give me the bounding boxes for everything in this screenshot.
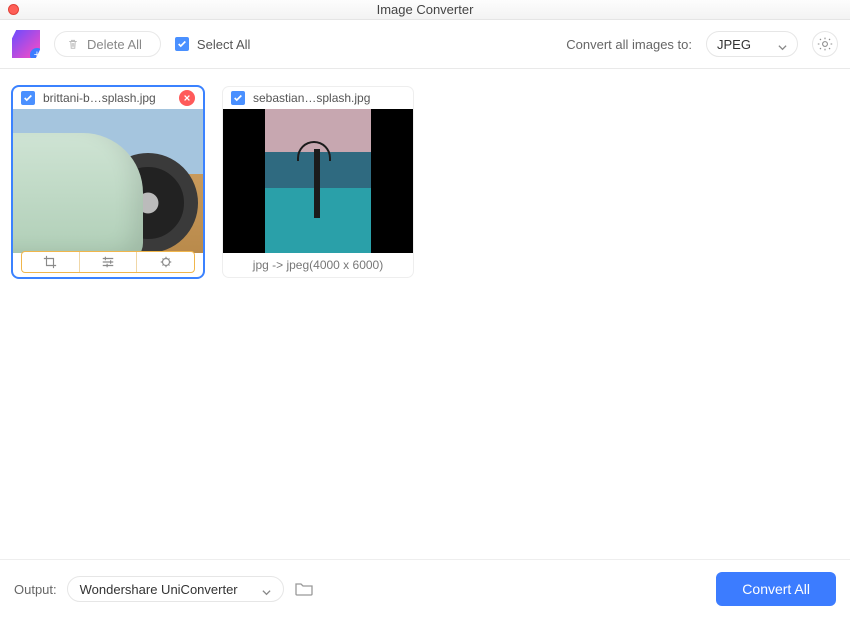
adjust-button[interactable] <box>79 252 137 272</box>
card-thumbnail <box>13 109 203 253</box>
chevron-down-icon <box>262 585 271 594</box>
card-toolset <box>21 251 195 273</box>
card-filename: sebastian…splash.jpg <box>253 91 405 105</box>
output-format-value: JPEG <box>717 37 751 52</box>
window-title: Image Converter <box>377 2 474 17</box>
titlebar: Image Converter <box>0 0 850 20</box>
image-grid: brittani-b…splash.jpg sebastian…splash.j… <box>0 69 850 559</box>
trash-icon <box>67 38 79 51</box>
chevron-down-icon <box>778 40 787 49</box>
convert-all-button[interactable]: Convert All <box>716 572 836 606</box>
image-card[interactable]: sebastian…splash.jpg jpg -> jpeg(4000 x … <box>223 87 413 277</box>
card-meta: jpg -> jpeg(4000 x 6000) <box>253 258 383 272</box>
card-thumbnail <box>223 109 413 253</box>
card-filename: brittani-b…splash.jpg <box>43 91 171 105</box>
effects-button[interactable] <box>136 252 194 272</box>
checkbox-checked-icon <box>175 37 189 51</box>
delete-all-button[interactable]: Delete All <box>54 31 161 57</box>
delete-all-label: Delete All <box>87 37 142 52</box>
close-window-button[interactable] <box>8 4 19 15</box>
toolbar: Delete All Select All Convert all images… <box>0 20 850 69</box>
output-path-select[interactable]: Wondershare UniConverter <box>67 576 284 602</box>
image-card[interactable]: brittani-b…splash.jpg <box>13 87 203 277</box>
select-all-checkbox[interactable]: Select All <box>175 37 250 52</box>
card-header: brittani-b…splash.jpg <box>13 87 203 109</box>
card-checkbox[interactable] <box>231 91 245 105</box>
select-all-label: Select All <box>197 37 250 52</box>
add-files-icon[interactable] <box>12 30 40 58</box>
window-controls <box>8 4 19 15</box>
settings-button[interactable] <box>812 31 838 57</box>
card-checkbox[interactable] <box>21 91 35 105</box>
convert-to-label: Convert all images to: <box>566 37 692 52</box>
output-format-select[interactable]: JPEG <box>706 31 798 57</box>
bottombar: Output: Wondershare UniConverter Convert… <box>0 559 850 618</box>
output-path-value: Wondershare UniConverter <box>80 582 238 597</box>
card-header: sebastian…splash.jpg <box>223 87 413 109</box>
crop-button[interactable] <box>22 252 79 272</box>
remove-card-button[interactable] <box>179 90 195 106</box>
open-folder-button[interactable] <box>294 581 314 597</box>
card-footer: jpg -> jpeg(4000 x 6000) <box>223 253 413 277</box>
output-label: Output: <box>14 582 57 597</box>
